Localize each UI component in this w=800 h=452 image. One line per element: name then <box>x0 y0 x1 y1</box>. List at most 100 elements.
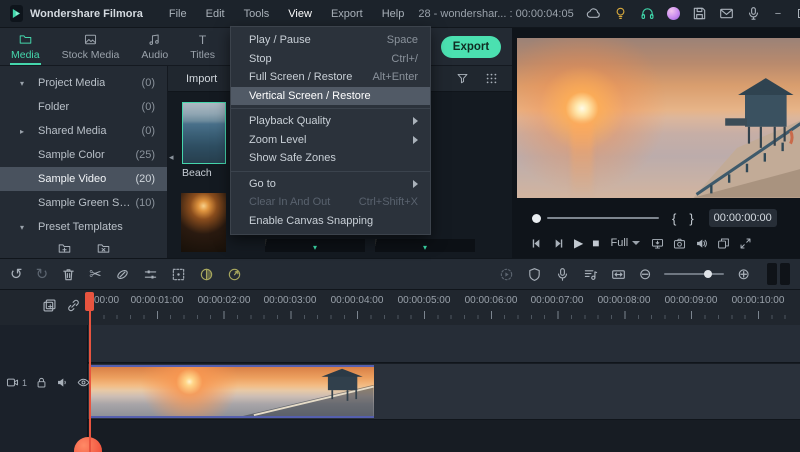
sidebar-item-sample-video[interactable]: Sample Video (20) <box>0 167 167 191</box>
menu-item-play-pause[interactable]: Play / Pause Space <box>231 31 430 50</box>
snapshot-camera-icon[interactable] <box>673 237 686 250</box>
redo-icon[interactable]: ↻ <box>36 267 49 282</box>
sidebar-item-sample-green-screen[interactable]: Sample Green Scre... (10) <box>0 191 167 215</box>
cloud-icon[interactable] <box>586 6 601 21</box>
volume-speaker-icon[interactable] <box>695 237 708 250</box>
menu-item-show-safe-zones[interactable]: Show Safe Zones <box>231 149 430 168</box>
motion-tracking-icon[interactable] <box>171 267 186 282</box>
zoom-in-icon[interactable]: ⊕ <box>737 267 750 282</box>
progress-track[interactable] <box>547 217 659 219</box>
new-folder-icon[interactable] <box>58 242 71 255</box>
menu-item-stop[interactable]: Stop Ctrl+/ <box>231 50 430 69</box>
delete-trash-icon[interactable] <box>61 267 76 282</box>
menu-item-full-screen-restore[interactable]: Full Screen / Restore Alt+Enter <box>231 68 430 87</box>
previous-frame-button[interactable] <box>530 237 543 250</box>
filter-funnel-icon[interactable] <box>456 72 469 85</box>
project-session-timecode: 28 - wondershar... : 00:00:04:05 <box>418 7 574 20</box>
chevron-right-icon[interactable]: ▸ <box>20 127 24 136</box>
menu-tools[interactable]: Tools <box>244 8 270 20</box>
mute-track-icon[interactable] <box>56 376 69 389</box>
menu-item-go-to[interactable]: Go to <box>231 175 430 194</box>
menu-export[interactable]: Export <box>331 8 363 20</box>
menu-edit[interactable]: Edit <box>206 8 225 20</box>
menu-item-playback-quality[interactable]: Playback Quality <box>231 112 430 131</box>
play-button[interactable]: ▶ <box>574 236 583 250</box>
color-correction-icon[interactable] <box>199 267 214 282</box>
ruler-label: 00:00:06:00 <box>464 295 518 306</box>
pier-silhouette <box>642 76 800 198</box>
chevron-down-icon[interactable]: ▾ <box>20 223 24 232</box>
media-item-thumbnail[interactable]: ▾ <box>375 239 475 252</box>
next-frame-button[interactable] <box>552 237 565 250</box>
panel-toggle-button[interactable] <box>767 263 777 285</box>
microphone-icon[interactable] <box>746 6 761 21</box>
crop-clip-icon[interactable] <box>115 267 130 282</box>
menu-item-zoom-level[interactable]: Zoom Level <box>231 131 430 150</box>
panel-toggle-button[interactable] <box>780 263 790 285</box>
collapse-sidebar-icon[interactable]: ◂ <box>169 152 174 163</box>
tab-titles[interactable]: T Titles <box>179 28 226 65</box>
undo-icon[interactable]: ↺ <box>10 267 23 282</box>
track-2-lane[interactable] <box>88 325 800 363</box>
chevron-down-icon[interactable]: ▾ <box>20 79 24 88</box>
audio-mixer-icon[interactable] <box>583 267 598 282</box>
link-icon[interactable] <box>66 298 81 313</box>
sidebar-item-sample-color[interactable]: Sample Color (25) <box>0 143 167 167</box>
export-button[interactable]: Export <box>441 36 501 58</box>
menu-item-vertical-screen-restore[interactable]: Vertical Screen / Restore <box>231 86 430 105</box>
sidebar-item-preset-templates[interactable]: ▾ Preset Templates <box>0 215 167 239</box>
sidebar-item-project-media[interactable]: ▾ Project Media (0) <box>0 71 167 95</box>
menu-view[interactable]: View <box>288 8 312 20</box>
fit-timeline-icon[interactable] <box>611 267 626 282</box>
split-scissors-icon[interactable]: ✂ <box>89 267 102 282</box>
delete-folder-icon[interactable] <box>97 242 110 255</box>
assistant-badge[interactable] <box>74 437 102 452</box>
compare-layers-icon[interactable] <box>717 237 730 250</box>
playhead-handle[interactable] <box>85 292 94 311</box>
zoom-out-icon[interactable]: ⊖ <box>639 267 652 282</box>
fullscreen-expand-icon[interactable] <box>739 237 752 250</box>
titles-T-icon: T <box>198 32 207 47</box>
tab-media[interactable]: Media <box>0 28 51 65</box>
timeline-zoom-slider[interactable] <box>664 270 725 278</box>
menu-separator <box>231 108 430 109</box>
marker-icon[interactable] <box>527 267 542 282</box>
mark-in-button[interactable]: { <box>672 211 676 226</box>
feedback-mail-icon[interactable] <box>719 6 734 21</box>
progress-handle[interactable] <box>532 213 541 223</box>
mark-out-button[interactable]: } <box>689 211 693 226</box>
speed-control-icon[interactable] <box>227 267 242 282</box>
menu-file[interactable]: File <box>169 8 187 20</box>
sidebar-item-shared-media[interactable]: ▸ Shared Media (0) <box>0 119 167 143</box>
tab-stock-media[interactable]: Stock Media <box>51 28 131 65</box>
stop-button[interactable]: ■ <box>592 236 599 250</box>
playback-quality-selector[interactable]: Full <box>610 237 641 249</box>
save-icon[interactable] <box>692 6 707 21</box>
menu-help[interactable]: Help <box>382 8 405 20</box>
sidebar-item-folder[interactable]: Folder (0) <box>0 95 167 119</box>
timeline-ruler[interactable]: 00:00 00:00:01:00 00:00:02:00 00:00:03:0… <box>0 290 800 325</box>
tab-audio[interactable]: Audio <box>130 28 179 65</box>
ruler-label: 00:00:03:00 <box>263 295 317 306</box>
media-item-thumbnail[interactable] <box>181 193 226 252</box>
support-headset-icon[interactable] <box>640 6 655 21</box>
voiceover-mic-icon[interactable] <box>555 267 570 282</box>
beach-thumbnail[interactable] <box>182 102 226 164</box>
lock-track-icon[interactable] <box>35 376 48 389</box>
media-item-thumbnail[interactable]: ▾ <box>265 239 365 252</box>
timeline-clip-sunset[interactable] <box>90 365 374 418</box>
account-avatar[interactable] <box>666 7 680 20</box>
preview-video[interactable] <box>517 38 800 198</box>
media-item-beach[interactable]: Beach <box>182 102 226 179</box>
tips-bulb-icon[interactable] <box>613 6 628 21</box>
zoom-slider-knob[interactable] <box>704 270 713 278</box>
menu-item-enable-canvas-snapping[interactable]: Enable Canvas Snapping <box>231 212 430 231</box>
manage-tracks-icon[interactable] <box>42 298 57 313</box>
grid-view-icon[interactable] <box>485 72 498 85</box>
import-button[interactable]: Import <box>186 73 217 85</box>
minimize-button[interactable]: − <box>775 8 781 20</box>
render-preview-icon[interactable] <box>499 267 514 282</box>
track-1-lane[interactable] <box>88 364 800 420</box>
display-device-icon[interactable] <box>651 237 664 250</box>
adjust-sliders-icon[interactable] <box>143 267 158 282</box>
